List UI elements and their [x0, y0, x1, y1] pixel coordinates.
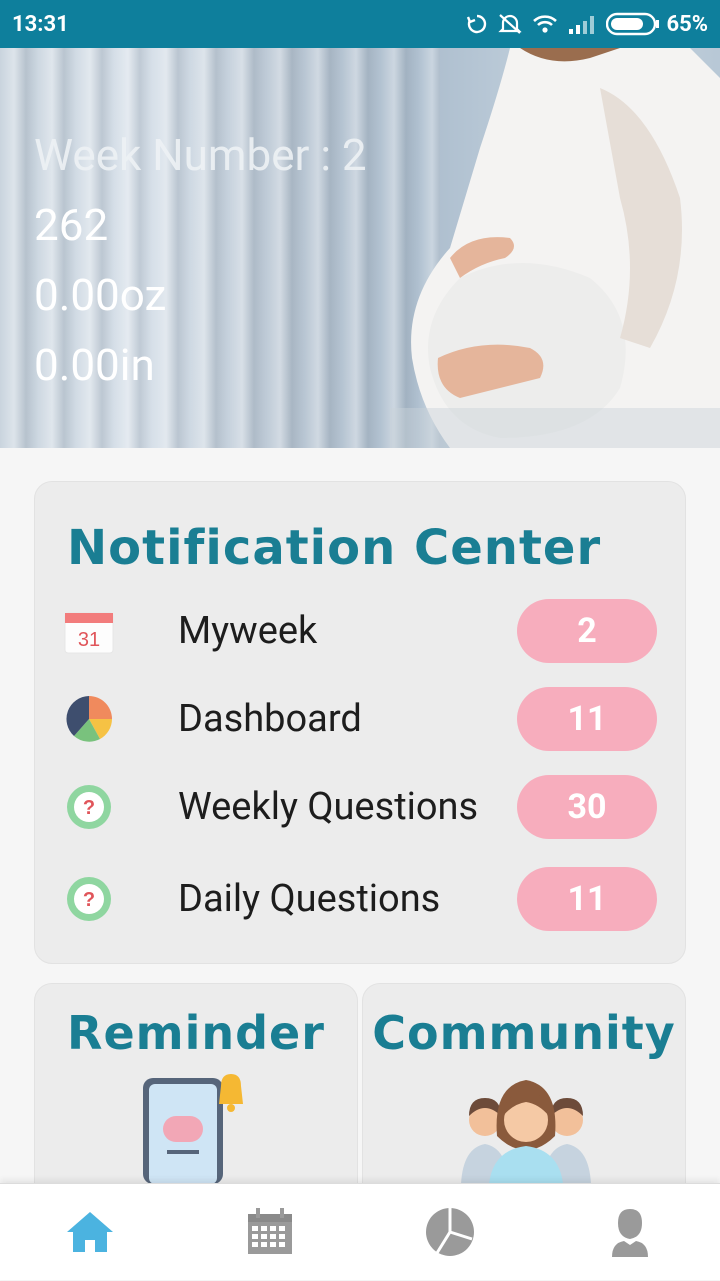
community-title: Community: [372, 1006, 676, 1060]
pie-chart-icon: [426, 1208, 474, 1256]
count-badge: 11: [517, 687, 657, 751]
notification-center-card: Notification Center 31 Myweek 2 Dashboar…: [34, 481, 686, 964]
length-value: 0.00in: [34, 339, 155, 391]
weight-value: 0.00oz: [34, 269, 167, 321]
reminder-title: Reminder: [67, 1006, 325, 1060]
people-group-icon: [461, 1080, 591, 1184]
notif-row-weekly-questions[interactable]: ? Weekly Questions 30: [35, 775, 687, 839]
battery: 65%: [606, 12, 708, 37]
battery-icon: [606, 12, 660, 36]
nav-calendar[interactable]: [210, 1184, 330, 1281]
nav-home[interactable]: [30, 1184, 150, 1281]
calendar-day: 31: [78, 629, 100, 651]
battery-percent: 65%: [666, 11, 708, 37]
nav-dashboard[interactable]: [390, 1184, 510, 1281]
phone-bell-icon: [143, 1074, 243, 1184]
pie-chart-icon: [63, 693, 115, 745]
week-number: Week Number : 2: [34, 129, 367, 181]
silent-icon: [498, 14, 523, 34]
svg-text:?: ?: [83, 889, 95, 911]
notif-label: Myweek: [178, 609, 318, 653]
sync-icon: [467, 14, 487, 34]
status-icons: 65%: [466, 12, 708, 37]
signal-icon: [569, 16, 595, 34]
notification-center-title: Notification Center: [67, 520, 602, 576]
count-badge: 30: [517, 775, 657, 839]
count-badge: 2: [517, 599, 657, 663]
hero-banner: Week Number : 2 262 0.00oz 0.00in: [0, 48, 720, 448]
user-icon: [612, 1209, 648, 1257]
pregnant-woman-image: [390, 48, 720, 448]
svg-text:?: ?: [83, 797, 95, 819]
notif-row-daily-questions[interactable]: ? Daily Questions 11: [35, 867, 687, 931]
status-bar: 13:31 65%: [0, 0, 720, 48]
bottom-navigation: [0, 1183, 720, 1280]
nav-profile[interactable]: [570, 1184, 690, 1281]
notif-label: Dashboard: [178, 697, 362, 741]
count-badge: 11: [517, 867, 657, 931]
notif-row-myweek[interactable]: 31 Myweek 2: [35, 599, 687, 663]
days-value: 262: [34, 199, 109, 251]
notif-label: Daily Questions: [178, 877, 441, 921]
calendar-icon: [248, 1208, 292, 1254]
question-bubble-icon: ?: [63, 873, 115, 925]
notif-row-dashboard[interactable]: Dashboard 11: [35, 687, 687, 751]
notif-label: Weekly Questions: [178, 785, 479, 829]
wifi-icon: [533, 15, 558, 33]
status-time: 13:31: [12, 11, 69, 37]
home-icon: [67, 1212, 113, 1252]
question-bubble-icon: ?: [63, 781, 115, 833]
calendar-icon: 31: [63, 605, 115, 657]
hero-stats: Week Number : 2 262 0.00oz 0.00in: [34, 120, 367, 400]
